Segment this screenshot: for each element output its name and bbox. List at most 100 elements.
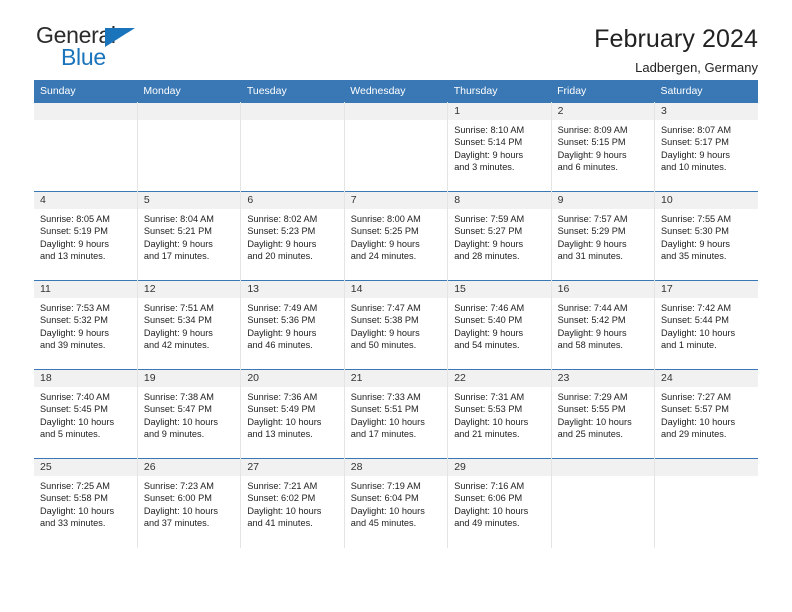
day-cell[interactable]: 6 Sunrise: 8:02 AM Sunset: 5:23 PM Daylight… [240, 191, 345, 281]
day-cell[interactable]: 19 Sunrise: 7:38 AM Sunset: 5:47 PM Dayligh… [137, 369, 242, 459]
sunrise-text: Sunrise: 7:57 AM [557, 214, 628, 224]
daylight-text-line1: Daylight: 10 hours [350, 416, 425, 427]
day-cell[interactable]: 21 Sunrise: 7:33 AM Sunset: 5:51 PM Dayligh… [344, 369, 449, 459]
sunrise-text: Sunrise: 7:53 AM [40, 303, 110, 313]
sunrise-text: Sunrise: 7:47 AM [350, 303, 421, 313]
sunset-text: Sunset: 5:21 PM [143, 226, 212, 237]
day-cell[interactable]: 17 Sunrise: 7:42 AM Sunset: 5:44 PM Dayligh… [654, 280, 758, 370]
sunrise-text: Sunrise: 7:23 AM [143, 481, 214, 491]
day-number [551, 459, 655, 476]
day-number [344, 103, 448, 120]
daylight-text-line2: and 13 minutes. [40, 251, 106, 262]
day-cell[interactable]: 1 Sunrise: 8:10 AM Sunset: 5:14 PM Daylight… [447, 102, 552, 192]
sunset-text: Sunset: 6:00 PM [143, 493, 212, 504]
sunrise-text: Sunrise: 8:10 AM [454, 125, 525, 135]
day-cell[interactable]: 24 Sunrise: 7:27 AM Sunset: 5:57 PM Dayligh… [654, 369, 758, 459]
day-number: 25 [34, 459, 137, 476]
day-cell[interactable]: 27 Sunrise: 7:21 AM Sunset: 6:02 PM Dayligh… [240, 458, 345, 548]
day-cell[interactable]: 29 Sunrise: 7:16 AM Sunset: 6:06 PM Dayligh… [447, 458, 552, 548]
calendar-page: General Blue February 2024 Ladbergen, Ge… [0, 0, 792, 612]
day-cell[interactable]: 12 Sunrise: 7:51 AM Sunset: 5:34 PM Dayligh… [137, 280, 242, 370]
day-cell[interactable]: 11 Sunrise: 7:53 AM Sunset: 5:32 PM Dayligh… [34, 280, 138, 370]
day-detail: Sunrise: 7:16 AM Sunset: 6:06 PM Daylight:… [448, 476, 550, 530]
sunset-text: Sunset: 5:19 PM [40, 226, 108, 237]
sunset-text: Sunset: 5:14 PM [454, 137, 523, 148]
sunrise-text: Sunrise: 7:31 AM [454, 392, 525, 402]
daylight-text-line1: Daylight: 9 hours [143, 238, 213, 249]
day-cell[interactable]: 26 Sunrise: 7:23 AM Sunset: 6:00 PM Dayligh… [137, 458, 242, 548]
day-cell[interactable]: 15 Sunrise: 7:46 AM Sunset: 5:40 PM Dayligh… [447, 280, 552, 370]
page-title: February 2024 [594, 25, 758, 53]
day-cell[interactable]: 7 Sunrise: 8:00 AM Sunset: 5:25 PM Daylight… [344, 191, 449, 281]
sunset-text: Sunset: 6:04 PM [350, 493, 419, 504]
sunrise-text: Sunrise: 8:07 AM [661, 125, 731, 135]
daylight-text-line1: Daylight: 9 hours [350, 327, 420, 338]
day-cell[interactable]: 9 Sunrise: 7:57 AM Sunset: 5:29 PM Daylight… [551, 191, 656, 281]
day-number: 11 [34, 281, 137, 298]
day-number: 14 [344, 281, 448, 298]
day-cell[interactable]: 28 Sunrise: 7:19 AM Sunset: 6:04 PM Dayligh… [344, 458, 449, 548]
day-cell[interactable]: 20 Sunrise: 7:36 AM Sunset: 5:49 PM Dayligh… [240, 369, 345, 459]
day-detail: Sunrise: 7:40 AM Sunset: 5:45 PM Daylight:… [34, 387, 137, 441]
day-cell[interactable]: 2 Sunrise: 8:09 AM Sunset: 5:15 PM Daylight… [551, 102, 656, 192]
day-number: 13 [241, 281, 344, 298]
sunset-text: Sunset: 5:47 PM [143, 404, 212, 415]
brand-logo[interactable]: General Blue [34, 24, 154, 76]
day-cell[interactable]: 14 Sunrise: 7:47 AM Sunset: 5:38 PM Dayligh… [344, 280, 449, 370]
day-detail: Sunrise: 7:49 AM Sunset: 5:36 PM Daylight:… [241, 298, 343, 352]
day-cell[interactable]: 4 Sunrise: 8:05 AM Sunset: 5:19 PM Daylight… [34, 191, 138, 281]
sunset-text: Sunset: 5:57 PM [661, 404, 729, 415]
day-cell[interactable]: 5 Sunrise: 8:04 AM Sunset: 5:21 PM Daylight… [137, 191, 242, 281]
sunrise-text: Sunrise: 7:44 AM [557, 303, 628, 313]
day-cell[interactable]: 8 Sunrise: 7:59 AM Sunset: 5:27 PM Daylight… [447, 191, 552, 281]
day-number [241, 103, 344, 120]
sunrise-text: Sunrise: 7:29 AM [557, 392, 628, 402]
calendar-week-row: 4 Sunrise: 8:05 AM Sunset: 5:19 PM Daylight… [34, 191, 758, 281]
sunrise-text: Sunrise: 7:51 AM [143, 303, 214, 313]
daylight-text-line2: and 37 minutes. [143, 518, 210, 529]
day-cell[interactable]: 25 Sunrise: 7:25 AM Sunset: 5:58 PM Dayligh… [34, 458, 138, 548]
sunset-text: Sunset: 5:49 PM [247, 404, 316, 415]
day-detail: Sunrise: 7:36 AM Sunset: 5:49 PM Daylight:… [241, 387, 343, 441]
daylight-text-line2: and 13 minutes. [247, 429, 313, 440]
calendar-week-row: 25 Sunrise: 7:25 AM Sunset: 5:58 PM Dayligh… [34, 458, 758, 548]
day-cell[interactable]: 23 Sunrise: 7:29 AM Sunset: 5:55 PM Dayligh… [551, 369, 656, 459]
day-cell-empty [137, 102, 242, 192]
day-cell[interactable]: 18 Sunrise: 7:40 AM Sunset: 5:45 PM Dayligh… [34, 369, 138, 459]
daylight-text-line1: Daylight: 9 hours [661, 149, 730, 160]
sunset-text: Sunset: 5:27 PM [454, 226, 523, 237]
sunrise-text: Sunrise: 8:00 AM [350, 214, 421, 224]
daylight-text-line2: and 17 minutes. [350, 429, 417, 440]
sunrise-text: Sunrise: 7:21 AM [247, 481, 318, 491]
daylight-text-line1: Daylight: 9 hours [40, 238, 109, 249]
daylight-text-line2: and 28 minutes. [454, 251, 520, 262]
day-detail: Sunrise: 7:55 AM Sunset: 5:30 PM Daylight:… [655, 209, 758, 263]
day-cell[interactable]: 3 Sunrise: 8:07 AM Sunset: 5:17 PM Daylight… [654, 102, 758, 192]
day-detail: Sunrise: 7:33 AM Sunset: 5:51 PM Daylight:… [345, 387, 447, 441]
day-detail: Sunrise: 8:02 AM Sunset: 5:23 PM Daylight:… [241, 209, 343, 263]
day-number: 4 [34, 192, 137, 209]
day-number: 2 [551, 103, 655, 120]
sunrise-text: Sunrise: 8:02 AM [247, 214, 318, 224]
daylight-text-line2: and 1 minute. [661, 340, 717, 351]
daylight-text-line1: Daylight: 10 hours [143, 505, 218, 516]
day-cell[interactable]: 22 Sunrise: 7:31 AM Sunset: 5:53 PM Dayligh… [447, 369, 552, 459]
weekday-header-friday: Friday [551, 80, 655, 103]
sunset-text: Sunset: 5:58 PM [40, 493, 108, 504]
day-cell[interactable]: 13 Sunrise: 7:49 AM Sunset: 5:36 PM Dayligh… [240, 280, 345, 370]
day-cell[interactable]: 10 Sunrise: 7:55 AM Sunset: 5:30 PM Dayligh… [654, 191, 758, 281]
day-number: 23 [551, 370, 655, 387]
daylight-text-line2: and 25 minutes. [557, 429, 623, 440]
sunrise-text: Sunrise: 7:27 AM [661, 392, 731, 402]
day-detail: Sunrise: 7:46 AM Sunset: 5:40 PM Daylight:… [448, 298, 550, 352]
day-cell-empty [34, 102, 138, 192]
weekday-header-monday: Monday [137, 80, 241, 103]
sunset-text: Sunset: 5:40 PM [454, 315, 523, 326]
daylight-text-line2: and 49 minutes. [454, 518, 520, 529]
day-cell-empty [654, 458, 758, 548]
day-cell[interactable]: 16 Sunrise: 7:44 AM Sunset: 5:42 PM Dayligh… [551, 280, 656, 370]
day-detail: Sunrise: 8:09 AM Sunset: 5:15 PM Daylight:… [552, 120, 654, 174]
sunset-text: Sunset: 5:38 PM [350, 315, 419, 326]
sunrise-text: Sunrise: 7:16 AM [454, 481, 525, 491]
day-number: 9 [551, 192, 655, 209]
